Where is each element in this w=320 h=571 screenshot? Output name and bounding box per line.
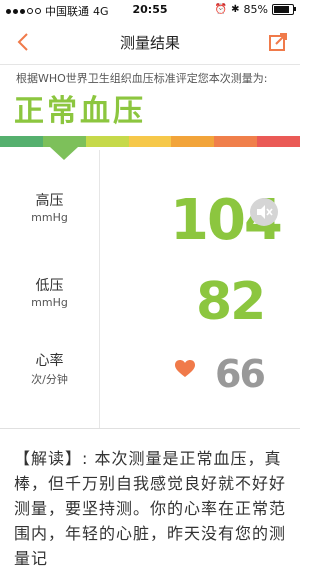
battery-icon xyxy=(272,4,296,15)
level-segment xyxy=(128,136,172,147)
heart-rate-unit: 次/分钟 xyxy=(31,373,68,386)
heart-icon xyxy=(175,360,195,377)
horizontal-divider xyxy=(0,428,300,429)
page-title: 测量结果 xyxy=(119,34,180,52)
level-segment xyxy=(214,136,258,147)
vertical-divider xyxy=(99,150,100,428)
battery-percent: 85% xyxy=(243,3,268,16)
result-title: 正常血压 xyxy=(14,94,146,129)
systolic-label-block: 高压 mmHg xyxy=(0,190,99,224)
speaker-mute-icon[interactable] xyxy=(250,198,278,226)
systolic-unit: mmHg xyxy=(31,211,68,224)
level-segment xyxy=(42,136,86,147)
heart-rate-label: 心率 xyxy=(35,353,64,369)
share-icon[interactable] xyxy=(266,30,290,54)
level-segment xyxy=(171,136,215,147)
standard-notice: 根据WHO世界卫生组织血压标准评定您本次测量为: xyxy=(16,72,268,85)
diastolic-value: 82 xyxy=(196,272,266,332)
diastolic-label: 低压 xyxy=(35,278,64,294)
level-segment xyxy=(0,136,43,147)
status-bar: 中国联通 4G 20:55 ⏰ ✱ 85% xyxy=(0,0,300,20)
level-segment xyxy=(257,136,301,147)
alarm-icon: ⏰ xyxy=(214,4,228,15)
heart-rate-value: 66 xyxy=(215,352,266,396)
level-pointer xyxy=(50,147,78,160)
nav-bar: 测量结果 xyxy=(0,20,300,65)
interpretation-text: 【解读】: 本次测量是正常血压，真棒，但千万别自我感觉良好就不好好测量，要坚持测… xyxy=(14,449,287,568)
level-segment xyxy=(85,136,129,147)
diastolic-label-block: 低压 mmHg xyxy=(0,275,99,309)
diastolic-unit: mmHg xyxy=(31,296,68,309)
heart-rate-label-block: 心率 次/分钟 xyxy=(0,350,99,387)
systolic-label: 高压 xyxy=(35,193,64,209)
bp-level-bar xyxy=(0,136,301,147)
bluetooth-icon: ✱ xyxy=(231,4,240,15)
status-right: ⏰ ✱ 85% xyxy=(214,3,296,16)
